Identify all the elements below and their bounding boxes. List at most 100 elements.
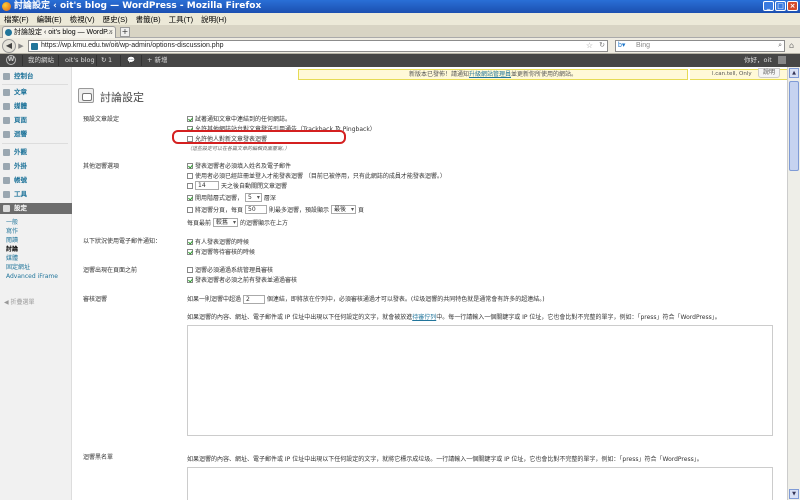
- option-label: 則最多迴響，預設顯示: [269, 207, 330, 214]
- tab-discussion-settings[interactable]: 討論設定 ‹ oit's blog — WordP... ×: [2, 26, 116, 38]
- url-input[interactable]: https://wp.kmu.edu.tw/oit/wp-admin/optio…: [28, 40, 608, 52]
- comment-icon: [3, 131, 10, 138]
- comment-order-select[interactable]: 較舊: [213, 218, 239, 227]
- option-email-comment[interactable]: 有人發表迴響的時候: [187, 237, 249, 246]
- sidebar-item-label: 文章: [14, 88, 27, 96]
- site-name-link[interactable]: oit's blog: [65, 54, 95, 67]
- submenu-general[interactable]: 一般: [0, 219, 72, 227]
- maximize-icon[interactable]: □: [775, 1, 786, 11]
- menu-view[interactable]: 檢視(V): [70, 14, 95, 25]
- option-close-comments[interactable]: 14 天之後自動關閉文章迴響: [187, 181, 287, 190]
- site-identity-icon[interactable]: [31, 43, 38, 50]
- submenu-writing[interactable]: 寫作: [0, 228, 72, 236]
- minimize-icon[interactable]: _: [763, 1, 774, 11]
- checkbox-require-name-email[interactable]: [187, 162, 193, 169]
- moderation-keys-textarea[interactable]: [187, 325, 773, 436]
- appearance-icon: [3, 149, 10, 156]
- option-threaded-comments[interactable]: 開用階層式迴響，5層深: [187, 193, 276, 202]
- submenu-permalinks[interactable]: 固定網址: [0, 264, 72, 272]
- new-tab-icon[interactable]: +: [120, 27, 130, 37]
- max-links-input[interactable]: 2: [242, 295, 265, 304]
- reload-icon[interactable]: ↻: [599, 41, 605, 51]
- thread-depth-select[interactable]: 5: [245, 193, 262, 202]
- my-sites-link[interactable]: 我的網站: [28, 54, 54, 67]
- scroll-up-arrow-icon[interactable]: ▲: [789, 68, 799, 78]
- sidebar-item-dashboard[interactable]: 控制台: [0, 71, 72, 82]
- option-label: 將迴響分頁，每頁: [195, 207, 244, 214]
- howdy-user[interactable]: 你好，oit: [744, 54, 772, 67]
- close-icon[interactable]: ×: [787, 1, 798, 11]
- comments-bubble-icon[interactable]: 💬: [127, 54, 135, 67]
- search-icon[interactable]: ⌕: [778, 41, 782, 51]
- new-content-link[interactable]: + 新增: [147, 54, 168, 67]
- checkbox-threaded-comments[interactable]: [187, 194, 193, 201]
- submenu-media[interactable]: 媒體: [0, 255, 72, 263]
- blacklist-keys-textarea[interactable]: [187, 467, 773, 500]
- option-previously-approved[interactable]: 發表迴響者必須之前有發表並通過審核: [187, 275, 297, 284]
- scroll-thumb[interactable]: [789, 81, 799, 171]
- sidebar-item-appearance[interactable]: 外觀: [0, 147, 72, 158]
- moderation-queue-link[interactable]: 待審佇列: [412, 314, 436, 321]
- checkbox-paginate-comments[interactable]: [187, 206, 193, 213]
- menu-tools[interactable]: 工具(T): [169, 14, 194, 25]
- sidebar-item-tools[interactable]: 工具: [0, 189, 72, 200]
- navigation-bar: ◀ ▶ https://wp.kmu.edu.tw/oit/wp-admin/o…: [0, 38, 800, 54]
- sidebar-item-comments[interactable]: 迴響: [0, 129, 72, 140]
- sidebar-item-pages[interactable]: 頁面: [0, 115, 72, 126]
- email-me-label: 以下狀況使用電子郵件通知：: [83, 238, 162, 245]
- checkbox-previously-approved[interactable]: [187, 276, 193, 283]
- sidebar-item-plugins[interactable]: 外掛: [0, 161, 72, 172]
- sidebar-item-users[interactable]: 帳號: [0, 175, 72, 186]
- menu-history[interactable]: 歷史(S): [103, 14, 128, 25]
- checkbox-email-comment[interactable]: [187, 238, 193, 245]
- option-label: 發表迴響者必須填入姓名及電子郵件: [195, 163, 292, 170]
- checkbox-manual-moderation[interactable]: [187, 266, 193, 273]
- page-scrollbar[interactable]: ▲ ▼: [787, 67, 800, 500]
- bing-engine-icon[interactable]: b▾: [618, 42, 632, 50]
- submenu-discussion[interactable]: 討論: [0, 246, 72, 254]
- submenu-reading[interactable]: 閱讀: [0, 237, 72, 245]
- back-arrow-icon[interactable]: ◀: [2, 39, 16, 53]
- checkbox-close-comments[interactable]: [187, 182, 193, 189]
- firefox-icon: [2, 2, 11, 11]
- option-email-moderation[interactable]: 有迴響等待審核的時候: [187, 247, 255, 256]
- user-avatar[interactable]: [778, 56, 786, 64]
- sidebar-divider: [2, 84, 68, 85]
- checkbox-email-moderation[interactable]: [187, 248, 193, 255]
- sidebar-item-label: 帳號: [14, 176, 27, 184]
- notice-link[interactable]: 升級網站管理員: [469, 71, 511, 78]
- sidebar-item-settings[interactable]: 設定: [0, 203, 72, 214]
- moderation-links-line: 如果一則迴響中超過 2 個連結，即將放在佇列中，必須審核通過才可以發表。(垃圾迴…: [187, 294, 545, 304]
- admin-bar-divider: [120, 55, 121, 66]
- wordpress-logo-icon[interactable]: W: [6, 55, 16, 65]
- close-days-input[interactable]: 14: [195, 181, 219, 190]
- menu-bookmarks[interactable]: 書籤(B): [136, 14, 161, 25]
- menu-edit[interactable]: 編輯(E): [37, 14, 62, 25]
- scroll-down-arrow-icon[interactable]: ▼: [789, 489, 799, 499]
- bookmark-star-icon[interactable]: ☆: [586, 41, 593, 51]
- updates-icon[interactable]: ↻: [101, 54, 106, 67]
- search-input[interactable]: b▾ Bing ⌕: [615, 40, 785, 52]
- option-paginate-comments[interactable]: 將迴響分頁，每頁50則最多迴響，預設顯示最後頁: [187, 205, 364, 214]
- menu-file[interactable]: 檔案(F): [4, 14, 29, 25]
- option-require-name-email[interactable]: 發表迴響者必須填入姓名及電子郵件: [187, 161, 291, 170]
- home-icon[interactable]: ⌂: [789, 41, 794, 50]
- forward-arrow-icon[interactable]: ▶: [16, 41, 26, 51]
- default-page-select[interactable]: 最後: [331, 205, 357, 214]
- help-tab-button[interactable]: 說明: [758, 68, 780, 78]
- option-require-registration[interactable]: 使用者必須已經註冊並登入才能發表迴響 （目前已被停用，只有此網誌的成員才能發表迴…: [187, 171, 446, 180]
- submenu-advanced-iframe[interactable]: Advanced iFrame: [0, 273, 72, 281]
- search-placeholder: Bing: [636, 42, 651, 49]
- admin-bar-divider: [22, 55, 23, 66]
- sidebar-item-posts[interactable]: 文章: [0, 87, 72, 98]
- comments-per-page-input[interactable]: 50: [245, 205, 268, 214]
- collapse-menu-button[interactable]: ◀ 折疊選單: [4, 297, 35, 306]
- option-notify-blogs[interactable]: 試著通知文章中連結到的任何網誌。: [187, 114, 291, 123]
- menu-help[interactable]: 說明(H): [201, 14, 226, 25]
- sidebar-item-label: 工具: [14, 190, 27, 198]
- checkbox-notify-blogs[interactable]: [187, 115, 193, 122]
- sidebar-item-media[interactable]: 媒體: [0, 101, 72, 112]
- tab-close-icon[interactable]: ×: [109, 27, 113, 38]
- checkbox-require-registration[interactable]: [187, 172, 193, 179]
- option-manual-moderation[interactable]: 迴響必須通過系統管理員審核: [187, 265, 273, 274]
